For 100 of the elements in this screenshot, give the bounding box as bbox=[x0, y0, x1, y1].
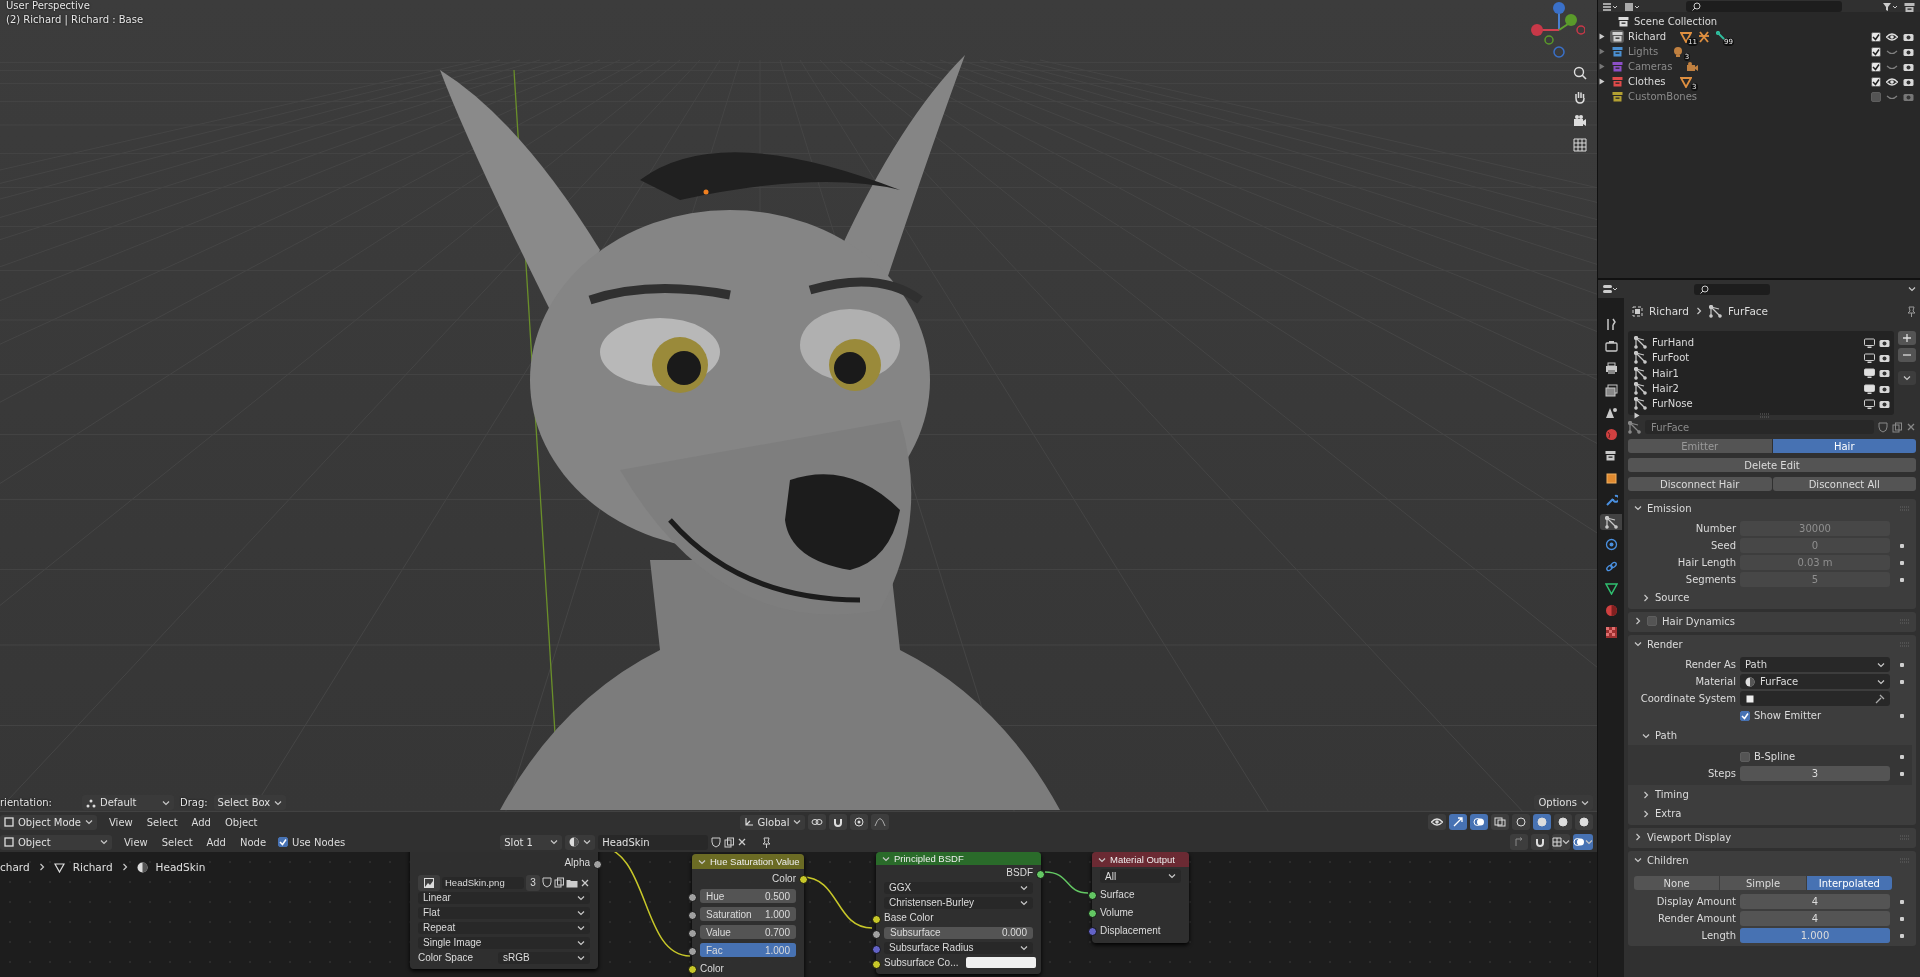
grid-icon[interactable] bbox=[1573, 138, 1587, 152]
search-field[interactable] bbox=[1686, 1, 1842, 12]
number-field[interactable]: Hue 0.500 bbox=[700, 889, 796, 903]
segment-tab[interactable]: None bbox=[1634, 876, 1720, 890]
value-slider[interactable]: Subsurface 0.000 bbox=[884, 926, 1033, 939]
node-dropdown[interactable]: Flat bbox=[418, 906, 590, 919]
drag-dropdown[interactable]: Select Box bbox=[213, 795, 287, 810]
snap-mode-dropdown[interactable] bbox=[1552, 834, 1570, 850]
dropdown[interactable]: Path bbox=[1740, 657, 1890, 672]
camera-icon[interactable] bbox=[1879, 368, 1890, 379]
menu-item[interactable]: Select bbox=[144, 816, 180, 828]
monitor-icon[interactable] bbox=[1864, 337, 1875, 348]
object-field[interactable] bbox=[1740, 691, 1890, 706]
action-button[interactable]: Disconnect Hair bbox=[1628, 477, 1772, 491]
expand-arrow-icon[interactable] bbox=[1599, 33, 1605, 40]
camera-icon[interactable] bbox=[1879, 352, 1890, 363]
socket-dot[interactable] bbox=[799, 874, 808, 884]
breadcrumb-item[interactable]: HeadSkin bbox=[155, 861, 206, 873]
menu-item[interactable]: Object bbox=[222, 816, 260, 828]
snap-button[interactable] bbox=[829, 814, 848, 830]
number-field[interactable]: 3 bbox=[1740, 766, 1890, 781]
type-tab[interactable]: Hair bbox=[1772, 439, 1916, 453]
socket-dot[interactable] bbox=[872, 960, 881, 969]
pin-icon[interactable] bbox=[1906, 305, 1916, 317]
panel-header[interactable]: Emission bbox=[1628, 499, 1916, 517]
list-item[interactable]: FurHand bbox=[1634, 335, 1890, 351]
transform-orientation-dropdown[interactable]: Global bbox=[739, 814, 806, 830]
panel-header[interactable]: Children bbox=[1628, 851, 1916, 869]
camera-icon[interactable] bbox=[1879, 337, 1890, 348]
specials-button[interactable] bbox=[1898, 371, 1916, 385]
pivot-button[interactable] bbox=[808, 814, 827, 830]
user-count[interactable]: 3 bbox=[526, 874, 540, 891]
checkbox[interactable]: B-Spline bbox=[1740, 751, 1890, 762]
use-nodes-checkbox[interactable]: Use Nodes bbox=[278, 836, 346, 848]
camera-icon[interactable] bbox=[1879, 383, 1890, 394]
overlay-toggle[interactable] bbox=[1573, 834, 1593, 850]
editor-type-icon[interactable] bbox=[1602, 284, 1618, 294]
list-item[interactable]: Hair2 bbox=[1634, 380, 1890, 397]
figure-icon[interactable] bbox=[1698, 30, 1710, 43]
outliner-row[interactable]: CustomBones bbox=[1598, 89, 1920, 104]
menu-item[interactable]: Select bbox=[159, 836, 195, 848]
outliner-row[interactable]: Cameras bbox=[1598, 59, 1920, 74]
particles-icon[interactable] bbox=[1628, 420, 1641, 434]
material-dropdown[interactable]: FurFace bbox=[1740, 674, 1890, 689]
gizmo-toggle[interactable] bbox=[1449, 814, 1467, 830]
new-collection-icon[interactable] bbox=[1904, 2, 1916, 12]
exclude-checkbox[interactable] bbox=[1871, 76, 1881, 87]
camera-icon[interactable] bbox=[1573, 114, 1587, 128]
exclude-checkbox[interactable] bbox=[1871, 46, 1881, 57]
value-slider[interactable]: Fac 1.000 bbox=[700, 943, 796, 957]
properties-tab[interactable] bbox=[1600, 514, 1622, 530]
socket-dot[interactable] bbox=[872, 915, 881, 924]
slot-dropdown[interactable]: Slot 1 bbox=[500, 834, 563, 850]
socket-dot[interactable] bbox=[688, 892, 697, 902]
number-field[interactable]: Value 0.700 bbox=[700, 925, 796, 939]
duplicate-icon[interactable] bbox=[1892, 421, 1902, 433]
node-dropdown[interactable]: All bbox=[1100, 869, 1181, 883]
breadcrumb-item[interactable]: Richard bbox=[72, 861, 113, 873]
settings-name-field[interactable]: FurFace bbox=[1645, 420, 1874, 434]
panel-header[interactable]: Render bbox=[1628, 635, 1916, 653]
visibility-button[interactable] bbox=[1428, 814, 1446, 830]
snap-button[interactable] bbox=[1531, 834, 1549, 850]
breadcrumb-item[interactable]: FurFace bbox=[1727, 305, 1769, 317]
menu-item[interactable]: View bbox=[122, 836, 150, 848]
zoom-icon[interactable] bbox=[1573, 66, 1587, 80]
node-dropdown[interactable]: Single Image bbox=[418, 936, 590, 949]
monitor-filled-icon[interactable] bbox=[1864, 368, 1875, 379]
camera-icon[interactable] bbox=[1903, 61, 1914, 72]
exclude-checkbox[interactable] bbox=[1871, 31, 1881, 42]
falloff-button[interactable] bbox=[871, 814, 890, 830]
overlay-toggle[interactable] bbox=[1470, 814, 1488, 830]
navigation-gizmo[interactable] bbox=[1529, 0, 1585, 60]
mesh-triangle-icon[interactable] bbox=[1679, 75, 1692, 88]
color-swatch[interactable] bbox=[966, 957, 1037, 968]
subpanel-header[interactable]: Path bbox=[1628, 726, 1912, 745]
list-item[interactable]: FurNose bbox=[1634, 396, 1890, 412]
material-browse-button[interactable] bbox=[565, 834, 596, 850]
proportional-button[interactable] bbox=[850, 814, 869, 830]
eye-icon[interactable] bbox=[1886, 31, 1898, 42]
exclude-checkbox[interactable] bbox=[1871, 91, 1881, 102]
node-dropdown[interactable]: Repeat bbox=[418, 921, 590, 934]
shading-button[interactable] bbox=[1512, 814, 1530, 830]
action-button[interactable]: Disconnect All bbox=[1772, 477, 1916, 491]
value-slider[interactable]: 1.000 bbox=[1740, 928, 1890, 943]
shading-button[interactable] bbox=[1575, 814, 1593, 830]
socket-dot[interactable] bbox=[1088, 890, 1097, 900]
shading-button[interactable] bbox=[1554, 814, 1572, 830]
breadcrumb-item[interactable]: chard bbox=[0, 861, 30, 873]
camera-icon[interactable] bbox=[1879, 398, 1890, 409]
node-dropdown[interactable]: GGX bbox=[884, 881, 1033, 894]
bulb-icon[interactable] bbox=[1672, 45, 1685, 58]
eye-icon[interactable] bbox=[1886, 76, 1898, 87]
camera-icon[interactable] bbox=[1903, 46, 1914, 57]
node-dropdown[interactable]: Christensen-Burley bbox=[884, 896, 1033, 909]
close-icon[interactable] bbox=[737, 837, 748, 847]
monitor-icon[interactable] bbox=[1864, 352, 1875, 363]
socket-dot[interactable] bbox=[688, 928, 697, 938]
menu-item[interactable]: Add bbox=[204, 836, 228, 848]
socket-dot[interactable] bbox=[688, 964, 697, 974]
xray-toggle[interactable] bbox=[1491, 814, 1509, 830]
